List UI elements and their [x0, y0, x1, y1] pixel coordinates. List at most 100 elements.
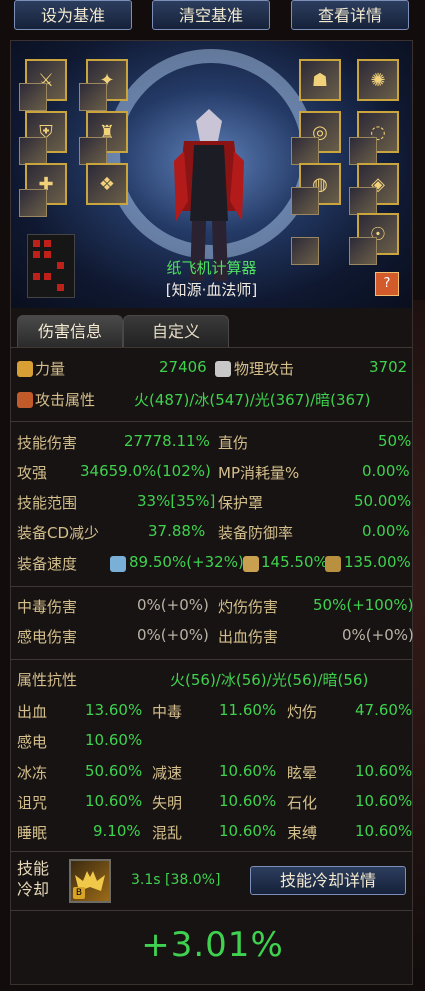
mp-cost-value: 0.00% — [362, 462, 410, 480]
cooldown-label: 技能 冷却 — [17, 858, 49, 900]
bleed-resist-value: 13.60% — [85, 701, 143, 719]
atk-attr-label: 攻击属性 — [35, 391, 96, 409]
tab-damage-info[interactable]: 伤害信息 — [17, 315, 123, 347]
stun-resist-value: 10.60% — [355, 762, 413, 780]
equip-slot-pet[interactable]: ☗ — [299, 59, 341, 101]
skill-range-value: 33%[35%] — [137, 492, 216, 510]
blind-resist-label: 失明 — [152, 794, 183, 812]
poison-resist-label: 中毒 — [152, 703, 183, 721]
move-speed-value: 145.50% — [261, 553, 328, 571]
poison-resist-value: 11.60% — [219, 701, 277, 719]
divider — [11, 659, 412, 660]
equip-slot-small-4[interactable] — [79, 137, 107, 165]
freeze-resist-label: 冰冻 — [17, 764, 48, 782]
phys-atk-value: 3702 — [369, 358, 408, 376]
status-resist-row: 感电 10.60% — [17, 731, 407, 755]
shield-value: 50.00% — [354, 492, 412, 510]
confuse-resist-value: 10.60% — [219, 822, 277, 840]
equip-cd-value: 37.88% — [148, 522, 206, 540]
bleed-resist-label: 出血 — [17, 703, 48, 721]
divider — [11, 586, 412, 587]
equip-slot-small-2[interactable] — [79, 83, 107, 111]
equip-slot-small-5[interactable] — [19, 189, 47, 217]
stat-row: 技能伤害 27778.11% 直伤 50% — [17, 432, 411, 456]
petrify-resist-value: 10.60% — [355, 792, 413, 810]
strength-label: 力量 — [35, 360, 66, 378]
character-scene: ⚔ ✦ ⛨ ♜ ✚ ❖ ☗ ✺ ◎ ◌ ◍ ◈ ☉ 纸飞机计算器 [知源·血法师… — [11, 41, 412, 308]
status-resist-row: 出血 13.60% 中毒 11.60% 灼伤 47.60% — [17, 701, 412, 725]
poison-damage-label: 中毒伤害 — [17, 598, 78, 616]
question-book-icon[interactable]: ? — [375, 272, 399, 296]
stat-row: 感电伤害 0%(+0%) 出血伤害 0%(+0%) — [17, 626, 414, 650]
shock-resist-value: 10.60% — [85, 731, 143, 749]
set-baseline-button[interactable]: 设为基准 — [14, 0, 132, 30]
equip-speed-label: 装备速度 — [17, 555, 78, 573]
shield-label: 保护罩 — [218, 494, 264, 512]
divider — [11, 347, 412, 348]
stat-row: 中毒伤害 0%(+0%) 灼伤伤害 50%(+100%) — [17, 596, 414, 620]
equip-slot-emblem[interactable]: ✺ — [357, 59, 399, 101]
curse-resist-value: 10.60% — [85, 792, 143, 810]
equip-slot-small-7[interactable] — [349, 137, 377, 165]
confuse-resist-label: 混乱 — [152, 824, 183, 842]
petrify-resist-label: 石化 — [287, 794, 318, 812]
cooldown-details-button[interactable]: 技能冷却详情 — [250, 866, 406, 895]
element-resist-value: 火(56)/冰(56)/光(56)/暗(56) — [170, 671, 369, 689]
burn-damage-value: 50%(+100%) — [313, 596, 414, 614]
stat-row-atk-attr: 攻击属性 火(487)/冰(547)/光(367)/暗(367) — [17, 389, 407, 413]
direct-damage-value: 50% — [378, 432, 412, 450]
divider — [11, 851, 412, 852]
equip-slot-avatar[interactable]: ❖ — [86, 163, 128, 205]
clear-baseline-button[interactable]: 清空基准 — [152, 0, 270, 30]
status-resist-row: 诅咒 10.60% 失明 10.60% 石化 10.60% — [17, 792, 412, 816]
shock-damage-value: 0%(+0%) — [137, 626, 209, 644]
tab-custom[interactable]: 自定义 — [123, 315, 229, 347]
stat-row-equip-speed: 装备速度 89.50%(+32%) 145.50% 135.00% — [17, 553, 411, 577]
equip-slot-small-8[interactable] — [291, 187, 319, 215]
element-resist-label: 属性抗性 — [17, 671, 78, 689]
divider — [11, 910, 412, 911]
quill-icon — [110, 556, 126, 572]
freeze-resist-value: 50.60% — [85, 762, 143, 780]
skill-damage-value: 27778.11% — [124, 432, 210, 450]
bat-skill-icon[interactable]: B — [69, 859, 111, 903]
stat-row: 装备CD减少 37.88% 装备防御率 0.00% — [17, 522, 410, 546]
resist-row: 属性抗性 火(56)/冰(56)/光(56)/暗(56) — [17, 669, 407, 693]
equip-slot-small-1[interactable] — [19, 83, 47, 111]
skill-range-label: 技能范围 — [17, 494, 78, 512]
bleed-damage-label: 出血伤害 — [218, 628, 279, 646]
direct-damage-label: 直伤 — [218, 434, 249, 452]
equip-slot-small-6[interactable] — [291, 137, 319, 165]
stat-row: 技能范围 33%[35%] 保护罩 50.00% — [17, 492, 411, 516]
blind-resist-value: 10.60% — [219, 792, 277, 810]
cooldown-label-line2: 冷却 — [17, 880, 50, 899]
attack-speed-value: 135.00% — [344, 553, 411, 571]
top-toolbar: 设为基准 清空基准 查看详情 — [0, 0, 425, 36]
cooldown-label-line1: 技能 — [17, 859, 50, 878]
stat-row: 攻强 34659.0%(102%) MP消耗量% 0.00% — [17, 462, 410, 486]
sleep-resist-value: 9.10% — [93, 822, 141, 840]
mp-cost-label: MP消耗量% — [218, 464, 300, 482]
burn-damage-label: 灼伤伤害 — [218, 598, 279, 616]
character-name: 纸飞机计算器 — [166, 259, 257, 277]
poison-damage-value: 0%(+0%) — [137, 596, 209, 614]
curse-resist-label: 诅咒 — [17, 794, 48, 812]
equip-defense-value: 0.00% — [362, 522, 410, 540]
cooldown-value: 3.1s [38.0%] — [131, 872, 221, 888]
cast-speed-value: 89.50%(+32%) — [129, 553, 244, 571]
fist-icon — [17, 361, 33, 377]
stun-resist-label: 眩晕 — [287, 764, 318, 782]
slow-resist-value: 10.60% — [219, 762, 277, 780]
status-resist-row: 睡眠 9.10% 混乱 10.60% 束缚 10.60% — [17, 822, 412, 846]
sleep-resist-label: 睡眠 — [17, 824, 48, 842]
result-percentage: +3.01% — [141, 925, 284, 965]
attack-power-value: 34659.0%(102%) — [80, 462, 211, 480]
runner-icon — [243, 556, 259, 572]
strength-value: 27406 — [159, 358, 207, 376]
view-details-button[interactable]: 查看详情 — [291, 0, 409, 30]
equip-slot-small-3[interactable] — [19, 137, 47, 165]
bind-resist-label: 束缚 — [287, 824, 318, 842]
equip-cd-label: 装备CD减少 — [17, 524, 100, 542]
equip-slot-small-9[interactable] — [349, 187, 377, 215]
element-icon — [17, 392, 33, 408]
